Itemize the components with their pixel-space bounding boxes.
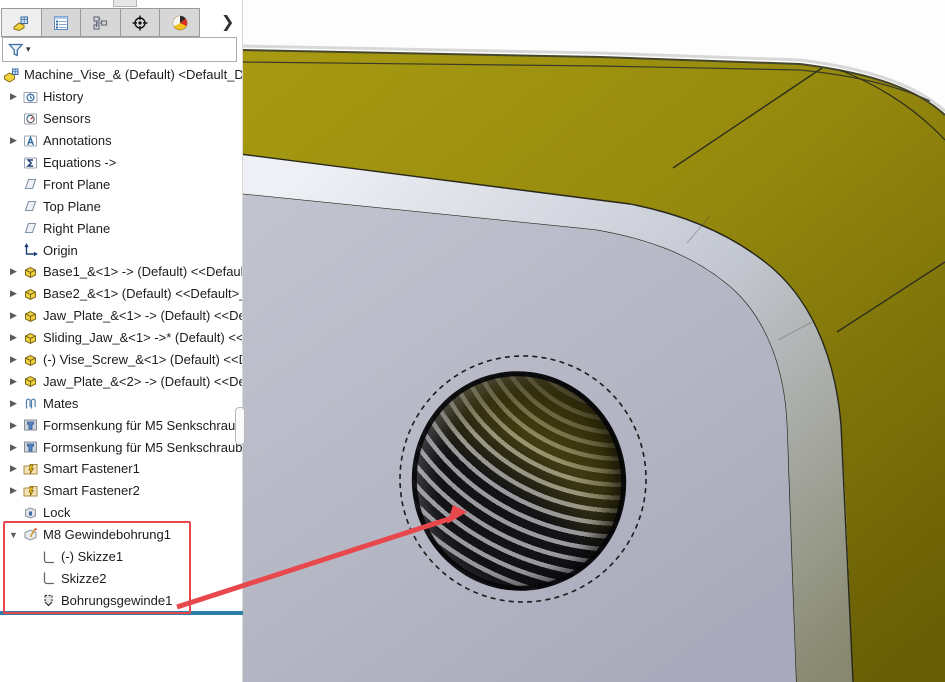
panel-overflow-chevron[interactable]: ❯ <box>221 12 234 32</box>
expand-arrow[interactable]: ▶ <box>5 288 22 299</box>
tree-item-lock[interactable]: Lock <box>0 502 242 524</box>
tab-featuremanager[interactable] <box>2 9 42 36</box>
tree-item-sensors[interactable]: Sensors <box>0 108 242 130</box>
part-icon <box>22 373 39 389</box>
expand-arrow[interactable]: ▶ <box>5 398 22 409</box>
tree-item-root[interactable]: Machine_Vise_& (Default) <Default_Displ <box>0 64 242 86</box>
tree-item-history[interactable]: ▶ History <box>0 86 242 108</box>
part-icon <box>22 308 39 324</box>
tree-item-jaw-plate1[interactable]: ▶ Jaw_Plate_&<1> -> (Default) <<Defa <box>0 305 242 327</box>
annotations-icon <box>22 133 39 149</box>
tree-item-skizze1[interactable]: (-) Skizze1 <box>0 546 242 568</box>
tree-item-front-plane[interactable]: Front Plane <box>0 173 242 195</box>
part-icon <box>22 352 39 368</box>
expand-arrow[interactable]: ▶ <box>5 332 22 343</box>
lock-icon <box>22 505 39 521</box>
plane-icon <box>22 176 39 192</box>
tab-propertymanager[interactable] <box>42 9 82 36</box>
tree-item-vise-screw[interactable]: ▶ (-) Vise_Screw_&<1> (Default) <<De <box>0 349 242 371</box>
filter-dropdown-arrow[interactable]: ▾ <box>26 44 31 55</box>
tab-configurationmanager[interactable] <box>81 9 121 36</box>
expand-arrow[interactable]: ▶ <box>5 376 22 387</box>
manager-tab-bar <box>1 8 200 37</box>
expand-arrow[interactable]: ▶ <box>5 354 22 365</box>
sensors-icon <box>22 111 39 127</box>
collapse-arrow[interactable]: ▼ <box>5 530 22 540</box>
counterbore-icon <box>22 417 39 433</box>
tree-item-skizze2[interactable]: Skizze2 <box>0 567 242 589</box>
configurationmanager-icon <box>91 14 109 32</box>
sketch-icon <box>40 549 57 565</box>
model-scene <box>240 0 945 682</box>
tree-item-jaw-plate2[interactable]: ▶ Jaw_Plate_&<2> -> (Default) <<Defa <box>0 370 242 392</box>
toolbar-fragment <box>113 0 137 7</box>
plane-icon <box>22 220 39 236</box>
featuremanager-tree-icon <box>12 14 30 32</box>
graphics-area[interactable] <box>240 0 945 682</box>
tab-dimxpertmanager[interactable] <box>121 9 161 36</box>
tree-item-bohrungsgewinde[interactable]: Bohrungsgewinde1 <box>0 589 242 611</box>
filter-funnel-icon <box>7 41 25 59</box>
tree-item-smart-fastener2[interactable]: ▶ Smart Fastener2 <box>0 480 242 502</box>
tree-item-annotations[interactable]: ▶ Annotations <box>0 130 242 152</box>
tree-item-formsenkung2[interactable]: ▶ Formsenkung für M5 Senkschraube <box>0 436 242 458</box>
feature-tree: Machine_Vise_& (Default) <Default_Displ … <box>0 64 242 611</box>
part-icon <box>22 286 39 302</box>
displaymanager-icon <box>171 14 189 32</box>
expand-arrow[interactable]: ▶ <box>5 485 22 496</box>
expand-arrow[interactable]: ▶ <box>5 463 22 474</box>
expand-arrow[interactable]: ▶ <box>5 442 22 453</box>
smart-fastener-icon <box>22 483 39 499</box>
tree-item-mates[interactable]: ▶ Mates <box>0 392 242 414</box>
tree-scrollbar-thumb[interactable] <box>235 407 245 445</box>
tree-item-base2[interactable]: ▶ Base2_&<1> (Default) <<Default>_D <box>0 283 242 305</box>
smart-fastener-icon <box>22 461 39 477</box>
tree-item-sliding-jaw[interactable]: ▶ Sliding_Jaw_&<1> ->* (Default) <<D <box>0 327 242 349</box>
mates-icon <box>22 395 39 411</box>
expand-arrow[interactable]: ▶ <box>5 310 22 321</box>
tree-item-base1[interactable]: ▶ Base1_&<1> -> (Default) <<Default> <box>0 261 242 283</box>
propertymanager-icon <box>52 14 70 32</box>
expand-arrow[interactable]: ▶ <box>5 91 22 102</box>
part-icon <box>22 330 39 346</box>
equations-icon <box>22 155 39 171</box>
expand-arrow[interactable]: ▶ <box>5 135 22 146</box>
tab-displaymanager[interactable] <box>160 9 199 36</box>
tree-item-m8-gewindebohrung[interactable]: ▼ M8 Gewindebohrung1 <box>0 524 242 546</box>
tree-item-origin[interactable]: Origin <box>0 239 242 261</box>
tree-item-equations[interactable]: Equations -> <box>0 152 242 174</box>
expand-arrow[interactable]: ▶ <box>5 420 22 431</box>
tree-item-smart-fastener1[interactable]: ▶ Smart Fastener1 <box>0 458 242 480</box>
solidworks-window: ❯ ▾ Machine_Vise_& (Default) <Default_Di… <box>0 0 945 682</box>
featuremanager-panel: ❯ ▾ Machine_Vise_& (Default) <Default_Di… <box>0 0 243 682</box>
sketch-icon <box>40 570 57 586</box>
plane-icon <box>22 198 39 214</box>
assembly-icon <box>3 67 20 83</box>
expand-arrow[interactable]: ▶ <box>5 266 22 277</box>
thread-icon <box>40 592 57 608</box>
hole-wizard-icon <box>22 527 39 543</box>
counterbore-icon <box>22 439 39 455</box>
tree-item-right-plane[interactable]: Right Plane <box>0 217 242 239</box>
part-icon <box>22 264 39 280</box>
tree-item-formsenkung1[interactable]: ▶ Formsenkung für M5 Senkschraube <box>0 414 242 436</box>
dimxpertmanager-icon <box>131 14 149 32</box>
rollback-bar[interactable] <box>0 611 243 615</box>
tree-filter-input[interactable]: ▾ <box>2 37 237 62</box>
tree-item-top-plane[interactable]: Top Plane <box>0 195 242 217</box>
history-icon <box>22 89 39 105</box>
origin-icon <box>22 242 39 258</box>
